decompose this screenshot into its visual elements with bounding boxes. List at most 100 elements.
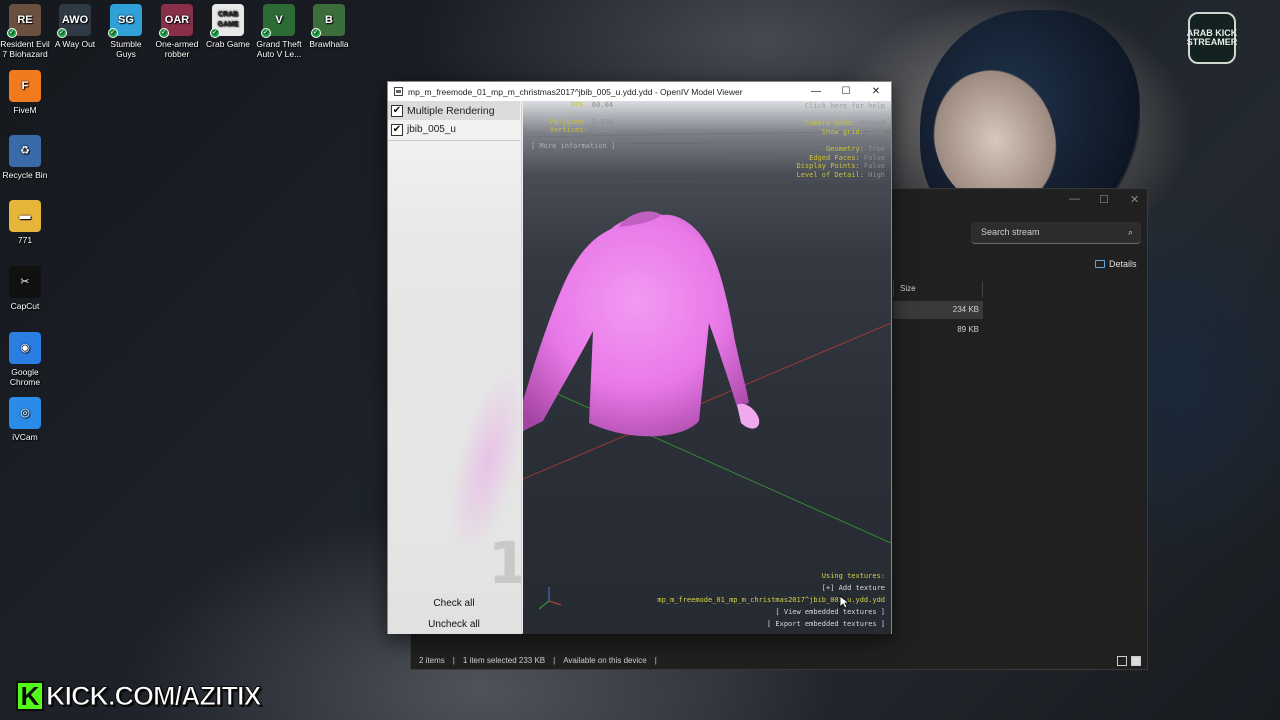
minimize-button[interactable]: — [801,82,831,101]
desktop-icon-label: Stumble Guys [110,39,142,59]
texture-file-link[interactable]: mp_m_freemode_01_mp_m_christmas2017^jbib… [657,594,885,606]
desktop-icon-gta5[interactable]: V ✓ Grand Theft Auto V Le... [254,4,304,59]
hud-fps: FPS: 60.04 [523,101,613,110]
ivcam-icon: ◎ [9,397,41,429]
status-selection: 1 item selected 233 KB [462,656,546,665]
desktop-icon-recycle-bin[interactable]: ♻ Recycle Bin [0,135,50,180]
shirt-mesh [523,211,760,437]
details-button[interactable]: Details [1095,259,1137,269]
help-link[interactable]: Click here for help [805,102,885,110]
desktop-icon-label: Grand Theft Auto V Le... [256,39,302,59]
hud-level-of-detail[interactable]: Level of Detail: High [796,171,885,180]
hud-polygons: Polygons: 3,910 [523,118,613,127]
synced-check-icon: ✓ [108,28,118,38]
hud-key: Level of Detail: [796,170,864,179]
capcut-icon: ✂ [9,266,41,298]
desktop-icon-stumble-guys[interactable]: SG ✓ Stumble Guys [101,4,151,59]
window-title: mp_m_freemode_01_mp_m_christmas2017^jbib… [408,86,743,97]
view-toggle [1117,656,1141,666]
desktop-icon-crab-game[interactable]: CRAB GAME ✓ Crab Game [203,4,253,49]
synced-check-icon: ✓ [7,28,17,38]
desktop-icon-google-chrome[interactable]: ◉ Google Chrome [0,332,50,387]
desktop-icon-label: CapCut [10,301,40,311]
list-item-multiple-rendering[interactable]: ✔ Multiple Rendering [388,101,520,120]
status-separator: | [553,656,556,665]
size-column-header[interactable]: Size [893,281,983,297]
explorer-close-button[interactable]: ✕ [1130,193,1139,206]
desktop-icon-label: iVCam [12,432,38,442]
checkbox-checked-icon[interactable]: ✔ [391,104,403,117]
table-row[interactable]: 89 KB [893,321,983,339]
hud-value: True [868,145,885,153]
close-button[interactable]: ✕ [861,82,891,101]
title-bar[interactable]: mp_m_freemode_01_mp_m_christmas2017^jbib… [388,82,891,101]
3d-viewport[interactable]: FPS: 60.04 Polygons: 3,910 Vertices: 2,3… [523,101,891,634]
hud-spacer [796,136,885,145]
google-chrome-icon: ◉ [9,332,41,364]
grid-axis-green [532,382,891,544]
desktop-icon-fivem[interactable]: F FiveM [0,70,50,115]
desktop-icon-folder-771[interactable]: ▬ 771 [0,200,50,245]
list-item-jbib[interactable]: ✔ jbib_005_u [388,120,520,139]
folder-771-icon: ▬ [9,200,41,232]
checkbox-checked-icon[interactable]: ✔ [391,123,403,136]
details-pane-icon [1095,260,1105,268]
view-embedded-textures-link[interactable]: [ View embedded textures ] [657,606,885,618]
synced-check-icon: ✓ [261,28,271,38]
hud-value: 2,348 [591,126,613,134]
desktop-icon-label: Recycle Bin [2,170,48,180]
hud-key: FPS: [570,101,588,109]
brawlhalla-icon: B ✓ [311,4,345,38]
search-input[interactable]: Search stream ⌕ [971,222,1141,244]
fivem-icon: F [9,70,41,102]
desktop-icon-brawlhalla[interactable]: B ✓ Brawlhalla [304,4,354,49]
desktop-icon-a-way-out[interactable]: AWO ✓ A Way Out [50,4,100,49]
kick-logo-icon: K [16,681,44,711]
desktop-icon-resident-evil[interactable]: RE ✓ Resident Evil 7 Biohazard [0,4,50,59]
desktop-icon-capcut[interactable]: ✂ CapCut [0,266,50,311]
synced-check-icon: ✓ [159,28,169,38]
hud-value: High [868,170,885,179]
check-all-button[interactable]: Check all [388,593,520,613]
status-availability: Available on this device [563,656,647,665]
hud-show-grid[interactable]: Show grid: True [796,128,885,137]
model-viewer-window[interactable]: mp_m_freemode_01_mp_m_christmas2017^jbib… [387,81,892,634]
hud-display-points[interactable]: Display Points: False [796,162,885,171]
one-armed-robber-icon: OAR ✓ [159,4,193,38]
explorer-minimize-button[interactable]: — [1069,193,1080,205]
tiles-view-icon[interactable] [1131,656,1141,666]
synced-check-icon: ✓ [210,28,220,38]
axis-gizmo-icon [538,587,562,610]
more-information-link[interactable]: [ More information ] [531,142,615,150]
uncheck-all-button[interactable]: Uncheck all [388,614,520,634]
desktop-icon-label: Resident Evil 7 Biohazard [0,39,50,59]
using-textures-label: Using textures: [821,572,885,580]
export-embedded-textures-link[interactable]: [ Export embedded textures ] [657,618,885,630]
desktop-icon-label: Brawlhalla [309,39,349,49]
watermark-number: 1 [488,529,521,597]
hud-key: Geometry: [825,145,864,153]
hud-value: False [863,162,885,170]
details-view-icon[interactable] [1117,656,1127,666]
hud-key: Display Points: [796,162,860,170]
hud-geometry[interactable]: Geometry: True [796,145,885,154]
textures-panel: Using textures: [+] Add texture mp_m_fre… [657,570,885,630]
table-row[interactable]: 234 KB [893,301,983,319]
explorer-maximize-button[interactable]: ☐ [1099,193,1109,206]
hud-settings: Camera mode: Around Show grid: True Geom… [796,119,885,179]
search-placeholder: Search stream [981,227,1040,237]
synced-check-icon: ✓ [57,28,67,38]
add-texture-link[interactable]: [+] Add texture [657,582,885,594]
viewport-scene [523,130,891,544]
stumble-guys-icon: SG ✓ [108,4,142,38]
desktop-icon-one-armed-robber[interactable]: OAR ✓ One-armed robber [152,4,202,59]
hud-camera-mode[interactable]: Camera mode: Around [796,119,885,128]
desktop-icon-ivcam[interactable]: ◎ iVCam [0,397,50,442]
synced-check-icon: ✓ [311,28,321,38]
desktop-icon-label: One-armed robber [155,39,199,59]
desktop-icon-label: Crab Game [206,39,250,49]
maximize-button[interactable]: ☐ [831,82,861,101]
divider [388,140,520,141]
search-icon: ⌕ [1127,227,1133,237]
hud-edged-faces[interactable]: Edged Faces: False [796,154,885,163]
